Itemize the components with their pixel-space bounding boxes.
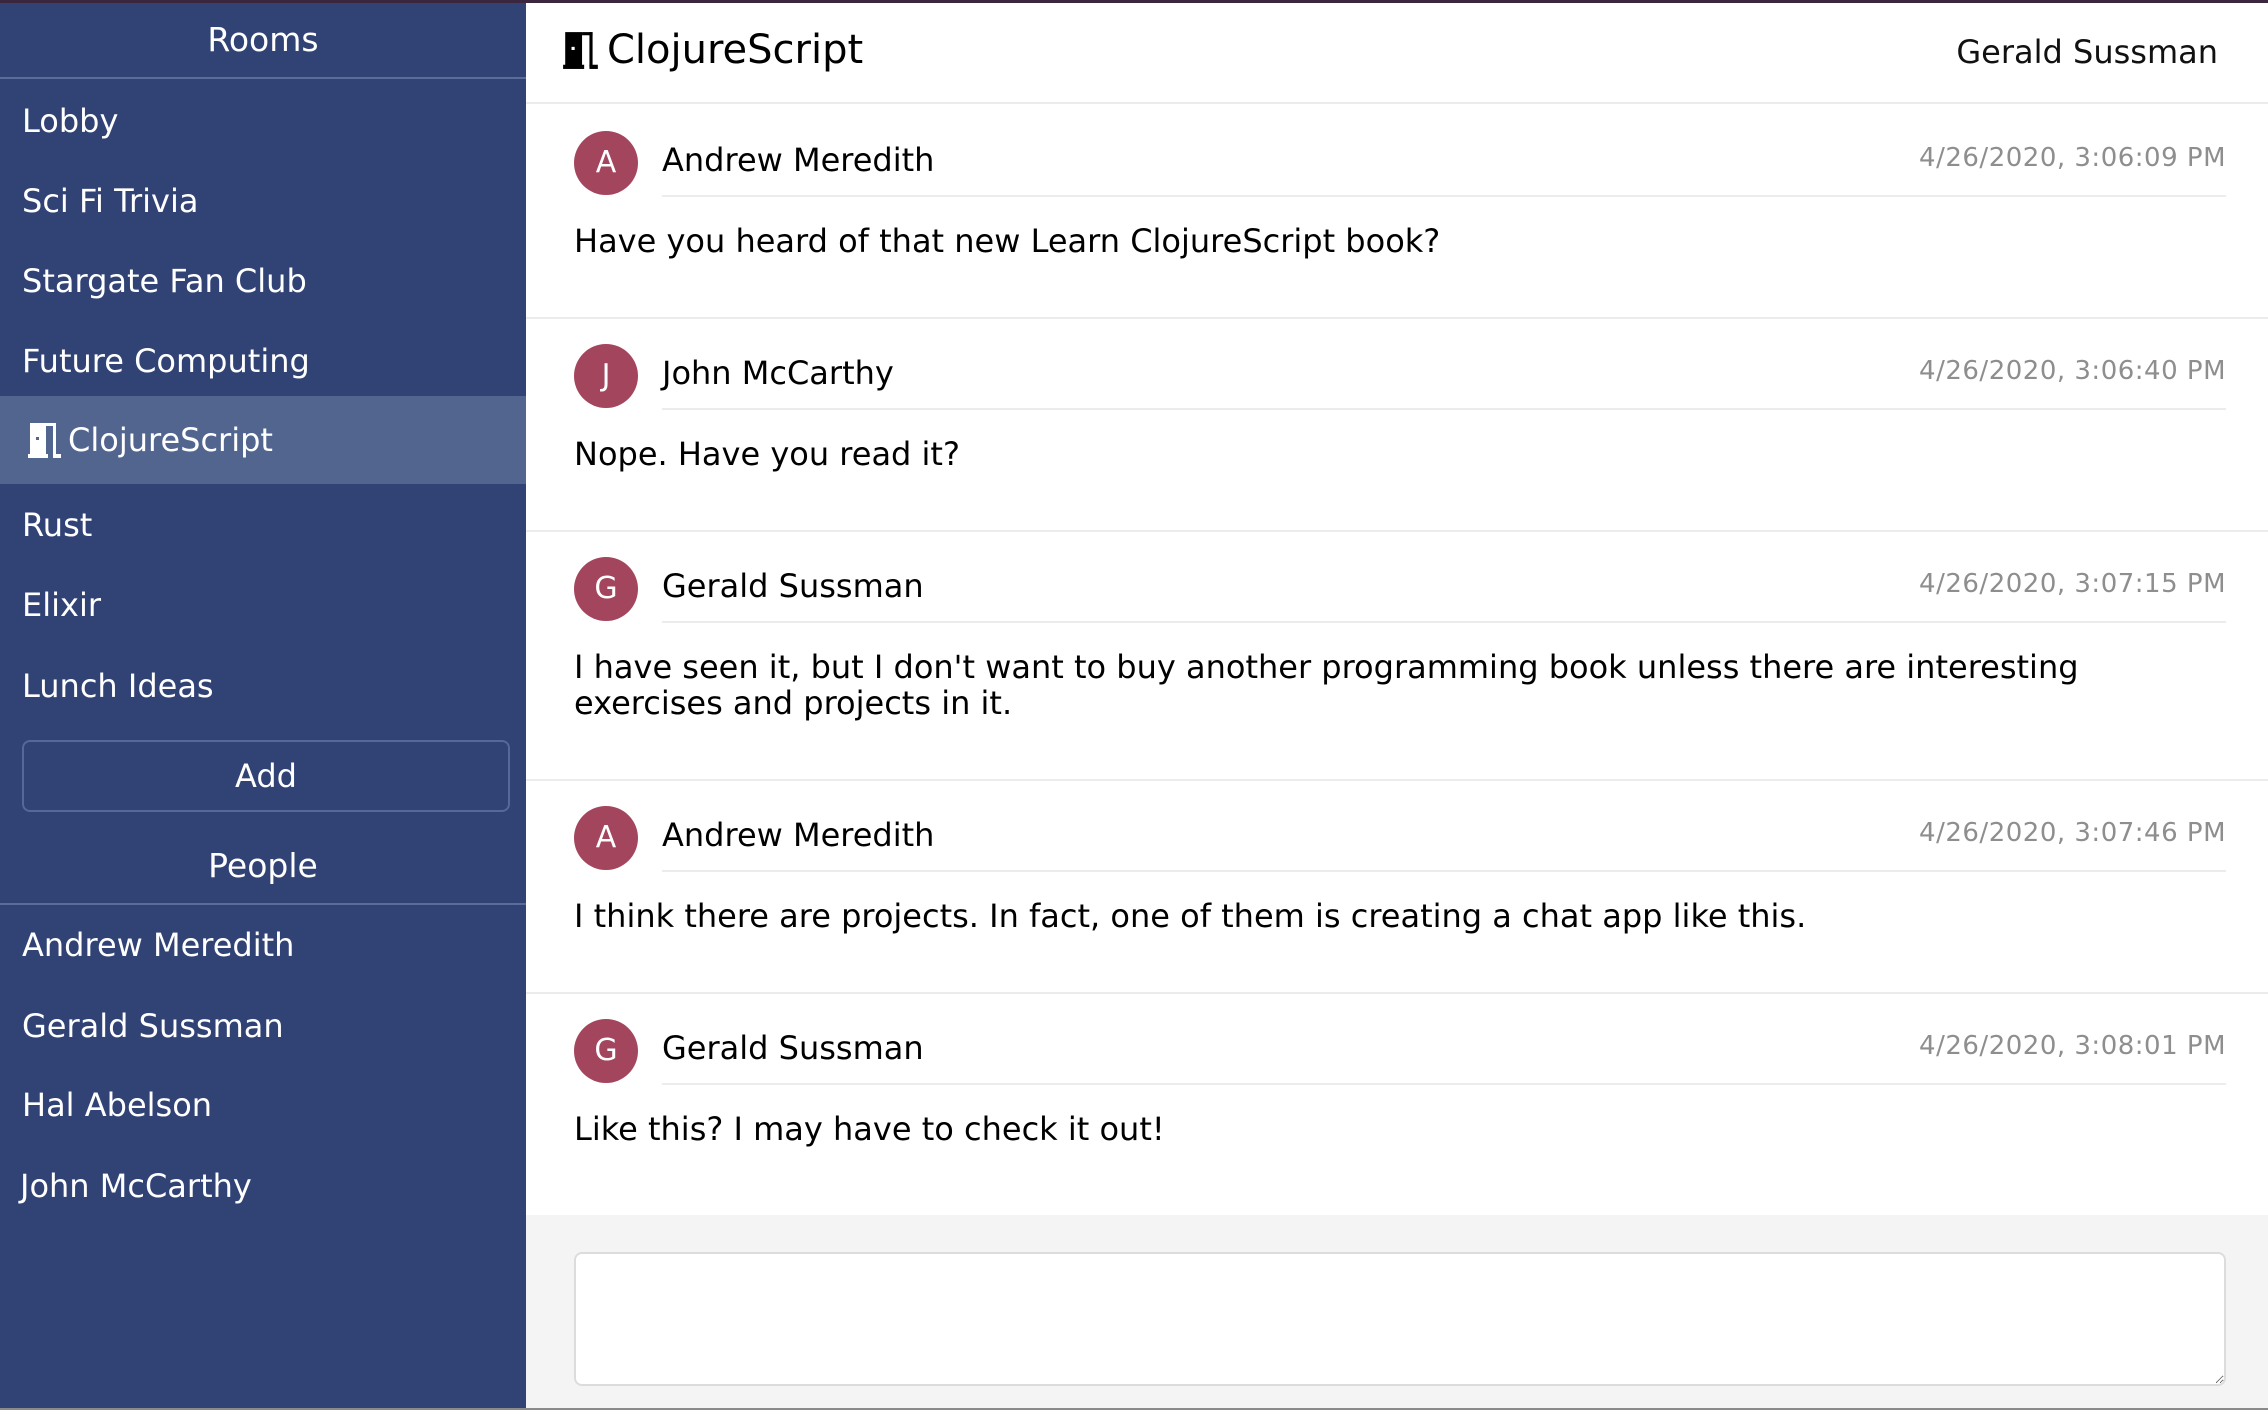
message-header-rule [662,621,2226,623]
avatar: G [574,557,638,621]
message-timestamp: 4/26/2020, 3:08:01 PM [1919,1031,2226,1061]
door-open-icon [563,32,598,69]
avatar: J [574,344,638,408]
room-label: Lobby [22,102,119,140]
message-timestamp: 4/26/2020, 3:07:15 PM [1919,569,2226,599]
message-header-rule [662,870,2226,872]
sidebar-person-andrew-meredith[interactable]: Andrew Meredith [0,905,526,985]
sidebar-person-gerald-sussman[interactable]: Gerald Sussman [0,986,526,1066]
sidebar-room-lobby[interactable]: Lobby [0,81,526,161]
room-label: Future Computing [22,342,310,380]
sidebar-room-stargate-fan-club[interactable]: Stargate Fan Club [0,241,526,321]
message-author: Andrew Meredith [662,141,935,179]
person-label: John McCarthy [20,1167,252,1205]
sidebar: Rooms Lobby Sci Fi Trivia Stargate Fan C… [0,3,526,1408]
message-header: G Gerald Sussman 4/26/2020, 3:07:15 PM [574,557,2226,623]
message-header: G Gerald Sussman 4/26/2020, 3:08:01 PM [574,1019,2226,1085]
rooms-heading: Rooms [207,20,319,59]
message-author: Andrew Meredith [662,816,935,854]
message-input[interactable] [574,1252,2226,1386]
chat-app-window: Rooms Lobby Sci Fi Trivia Stargate Fan C… [0,0,2268,1410]
message-list: A Andrew Meredith 4/26/2020, 3:06:09 PM … [526,106,2268,1205]
message-text: I have seen it, but I don't want to buy … [574,648,2079,722]
message-header: A Andrew Meredith 4/26/2020, 3:07:46 PM [574,806,2226,872]
people-heading: People [208,846,318,885]
message-item: G Gerald Sussman 4/26/2020, 3:08:01 PM L… [526,994,2268,1205]
rooms-divider [0,77,526,79]
avatar: A [574,131,638,195]
room-label: Stargate Fan Club [22,262,307,300]
sidebar-room-lunch-ideas[interactable]: Lunch Ideas [0,646,526,726]
sidebar-room-future-computing[interactable]: Future Computing [0,321,526,401]
sidebar-person-hal-abelson[interactable]: Hal Abelson [0,1065,526,1145]
room-label: Lunch Ideas [22,667,214,705]
room-label: Sci Fi Trivia [22,182,199,220]
room-label: ClojureScript [68,421,273,459]
person-label: Hal Abelson [22,1086,213,1124]
message-header-rule [662,408,2226,410]
avatar: A [574,806,638,870]
message-item: J John McCarthy 4/26/2020, 3:06:40 PM No… [526,319,2268,532]
message-item: A Andrew Meredith 4/26/2020, 3:06:09 PM … [526,106,2268,319]
message-author: Gerald Sussman [662,567,924,605]
message-timestamp: 4/26/2020, 3:07:46 PM [1919,818,2226,848]
person-label: Andrew Meredith [22,926,295,964]
message-header-rule [662,195,2226,197]
message-header: J John McCarthy 4/26/2020, 3:06:40 PM [574,344,2226,410]
message-composer [526,1215,2268,1408]
message-header-rule [662,1083,2226,1085]
message-author: John McCarthy [662,354,894,392]
person-label: Gerald Sussman [22,1007,284,1045]
message-author: Gerald Sussman [662,1029,924,1067]
message-text: Nope. Have you read it? [574,435,960,473]
message-timestamp: 4/26/2020, 3:06:09 PM [1919,143,2226,173]
message-item: A Andrew Meredith 4/26/2020, 3:07:46 PM … [526,781,2268,994]
chat-header: ClojureScript Gerald Sussman [526,3,2268,104]
sidebar-room-rust[interactable]: Rust [0,485,526,565]
message-header: A Andrew Meredith 4/26/2020, 3:06:09 PM [574,131,2226,197]
message-text: Like this? I may have to check it out! [574,1110,1165,1148]
current-user-name[interactable]: Gerald Sussman [1956,33,2218,71]
sidebar-room-sci-fi-trivia[interactable]: Sci Fi Trivia [0,161,526,241]
message-timestamp: 4/26/2020, 3:06:40 PM [1919,356,2226,386]
room-title-text: ClojureScript [607,27,864,73]
room-title: ClojureScript [563,25,863,75]
message-text: Have you heard of that new Learn Clojure… [574,222,1441,260]
message-item: G Gerald Sussman 4/26/2020, 3:07:15 PM I… [526,532,2268,781]
add-room-button[interactable]: Add [22,740,510,812]
sidebar-room-elixir[interactable]: Elixir [0,565,526,645]
room-label: Elixir [22,586,101,624]
room-label: Rust [22,506,93,544]
message-text: I think there are projects. In fact, one… [574,897,1807,935]
sidebar-person-john-mccarthy[interactable]: John McCarthy [0,1146,526,1226]
avatar: G [574,1019,638,1083]
door-open-icon [28,423,61,458]
chat-main: ClojureScript Gerald Sussman A Andrew Me… [526,3,2268,1408]
sidebar-room-clojurescript[interactable]: ClojureScript [0,396,526,484]
